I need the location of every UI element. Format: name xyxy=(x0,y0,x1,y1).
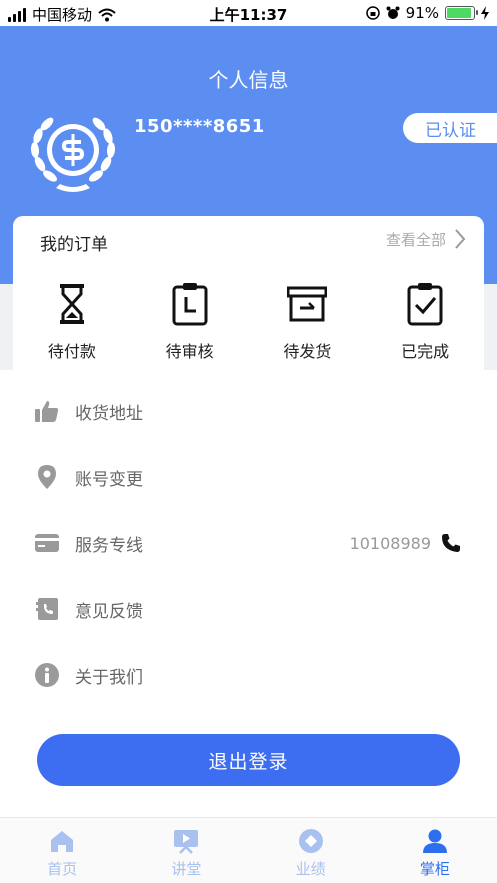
menu-item-service-hotline[interactable]: 服务专线 10108989 xyxy=(0,510,497,576)
menu-item-label: 关于我们 xyxy=(75,667,143,688)
tab-home[interactable]: 首页 xyxy=(0,818,124,883)
hourglass-icon xyxy=(59,284,84,324)
performance-icon xyxy=(298,829,323,853)
battery-icon xyxy=(445,6,478,20)
chevron-right-icon xyxy=(455,229,466,249)
settings-menu: 收货地址 账号变更 服务专线 10108989 意见反馈 关于我们 xyxy=(0,378,497,708)
thumbs-up-icon xyxy=(35,401,59,422)
order-pending-payment-label: 待付款 xyxy=(47,342,96,361)
page-title: 个人信息 xyxy=(208,68,289,92)
hotline-number: 10108989 xyxy=(349,533,431,553)
feedback-icon xyxy=(36,598,58,620)
menu-item-shipping-address[interactable]: 收货地址 xyxy=(0,378,497,444)
lock-rotation-icon xyxy=(365,6,380,20)
menu-item-account-change[interactable]: 账号变更 xyxy=(0,444,497,510)
order-completed[interactable]: 已完成 xyxy=(366,282,484,362)
order-pending-payment[interactable]: 待付款 xyxy=(13,282,131,362)
user-phone: 150****8651 xyxy=(134,116,265,137)
tab-bar: 首页 讲堂 业绩 掌柜 xyxy=(0,817,497,883)
my-orders-card: 我的订单 查看全部 待付款 待审核 待发货 已完成 xyxy=(13,216,484,370)
menu-item-label: 收货地址 xyxy=(75,403,143,424)
video-icon xyxy=(174,830,199,854)
tab-lecture[interactable]: 讲堂 xyxy=(124,818,248,883)
tab-label: 首页 xyxy=(47,860,78,878)
menu-item-feedback[interactable]: 意见反馈 xyxy=(0,576,497,642)
my-orders-title: 我的订单 xyxy=(40,235,108,255)
home-icon xyxy=(51,831,74,852)
menu-item-about-us[interactable]: 关于我们 xyxy=(0,642,497,708)
clipboard-clock-icon xyxy=(172,283,208,326)
charging-icon xyxy=(481,6,489,20)
tab-label: 掌柜 xyxy=(419,860,450,878)
clipboard-check-icon xyxy=(407,283,443,326)
location-pin-icon xyxy=(38,465,56,489)
battery-percent: 91% xyxy=(405,4,439,22)
status-bar: 中国移动 上午11:37 91% xyxy=(0,0,497,26)
archive-box-icon xyxy=(287,286,328,322)
view-all-orders-link[interactable]: 查看全部 xyxy=(386,228,466,250)
avatar[interactable] xyxy=(26,104,120,198)
menu-item-label: 意见反馈 xyxy=(75,601,143,622)
view-all-label: 查看全部 xyxy=(385,230,446,249)
card-icon xyxy=(35,534,59,552)
logout-button[interactable]: 退出登录 xyxy=(37,734,460,786)
info-icon xyxy=(35,663,59,687)
order-pending-shipment[interactable]: 待发货 xyxy=(249,282,367,362)
tab-performance[interactable]: 业绩 xyxy=(249,818,373,883)
menu-item-label: 服务专线 xyxy=(75,535,143,556)
alarm-icon xyxy=(386,6,400,19)
order-completed-label: 已完成 xyxy=(401,342,450,361)
verified-badge[interactable]: 已认证 xyxy=(403,113,497,143)
tab-shopkeeper[interactable]: 掌柜 xyxy=(373,818,497,883)
order-pending-review[interactable]: 待审核 xyxy=(131,282,249,362)
order-pending-shipment-label: 待发货 xyxy=(283,342,332,361)
tab-label: 业绩 xyxy=(295,860,326,878)
menu-item-label: 账号变更 xyxy=(75,469,143,490)
user-icon xyxy=(422,829,447,853)
order-pending-review-label: 待审核 xyxy=(165,342,214,361)
tab-label: 讲堂 xyxy=(171,860,202,878)
phone-icon[interactable] xyxy=(441,533,461,553)
